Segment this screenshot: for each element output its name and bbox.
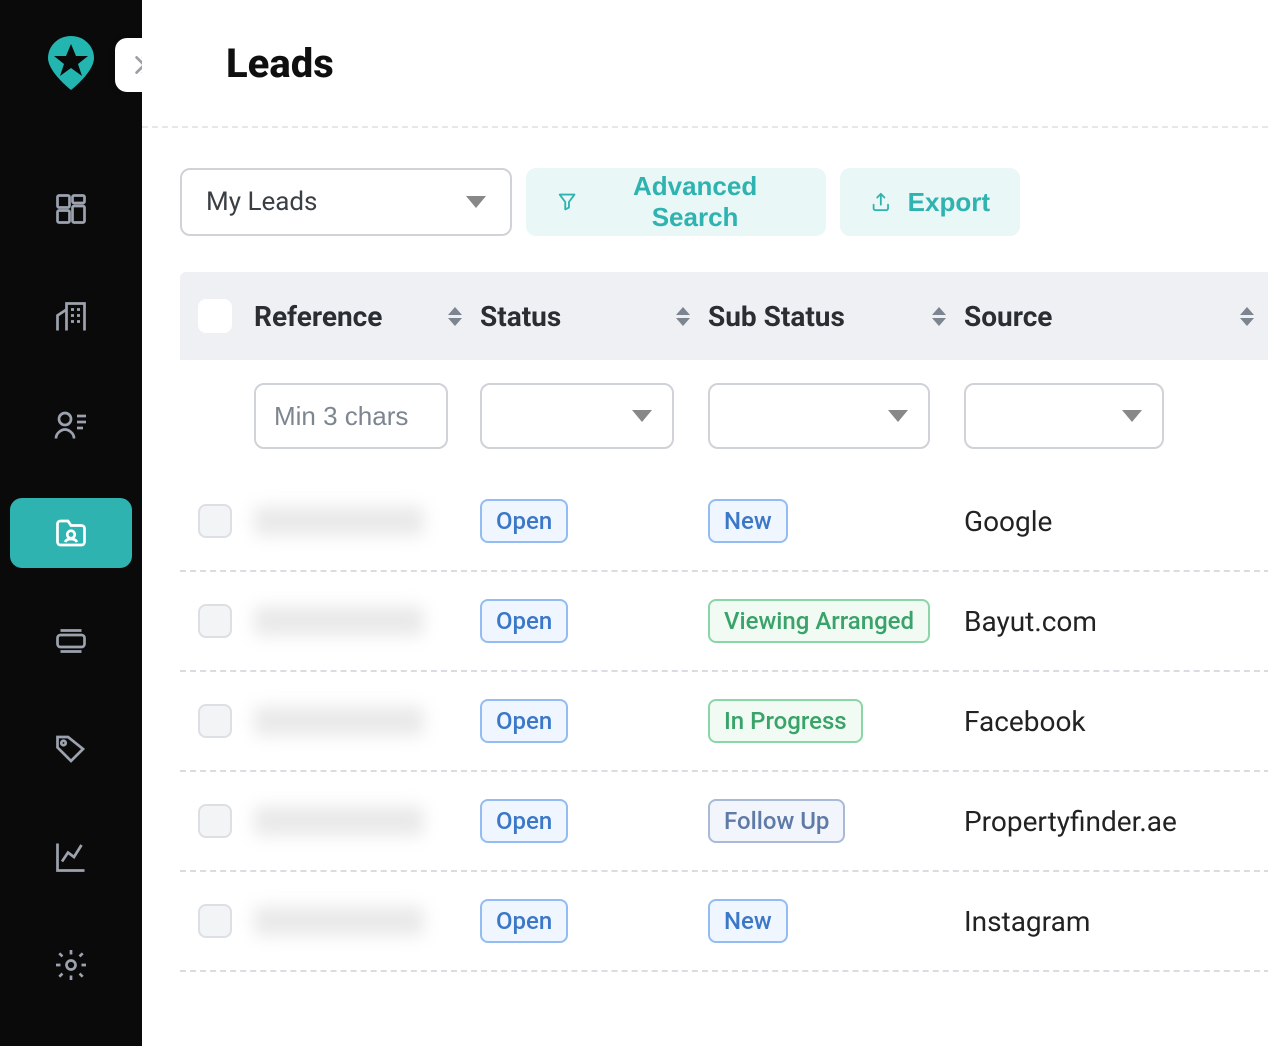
source-cell: Propertyfinder.ae	[964, 805, 1268, 838]
sort-icon	[1240, 307, 1254, 326]
column-header-status-label: Status	[480, 300, 561, 333]
column-header-reference[interactable]: Reference	[254, 300, 480, 333]
filter-icon	[556, 190, 578, 214]
sidebar-item-analytics[interactable]	[10, 822, 132, 892]
status-badge: Open	[480, 499, 568, 543]
sub-status-badge: New	[708, 499, 788, 543]
reference-redacted	[254, 506, 424, 536]
column-header-source-label: Source	[964, 300, 1052, 333]
sub-status-badge: Follow Up	[708, 799, 845, 843]
sub-status-badge: Viewing Arranged	[708, 599, 930, 643]
gear-icon	[53, 947, 89, 983]
sidebar-nav	[0, 174, 142, 1000]
sort-icon	[932, 307, 946, 326]
source-cell: Google	[964, 505, 1268, 538]
column-header-sub-status-label: Sub Status	[708, 300, 845, 333]
sort-icon	[676, 307, 690, 326]
analytics-icon	[53, 839, 89, 875]
advanced-search-label: Advanced Search	[594, 171, 796, 233]
sidebar-item-tags[interactable]	[10, 714, 132, 784]
sidebar-item-contacts[interactable]	[10, 390, 132, 460]
table-row[interactable]: Open New Google	[180, 472, 1268, 572]
reference-redacted	[254, 806, 424, 836]
export-icon	[870, 190, 892, 214]
row-checkbox[interactable]	[198, 904, 232, 938]
filter-reference-input[interactable]	[254, 383, 448, 449]
page-title: Leads	[226, 40, 334, 87]
leads-folder-icon	[53, 515, 89, 551]
view-select[interactable]: My Leads	[180, 168, 512, 236]
view-select-label: My Leads	[206, 187, 317, 217]
table-row[interactable]: Open Follow Up Propertyfinder.ae	[180, 772, 1268, 872]
status-badge: Open	[480, 699, 568, 743]
sidebar-item-dashboard[interactable]	[10, 174, 132, 244]
page-header: Leads	[142, 0, 1268, 128]
status-badge: Open	[480, 599, 568, 643]
main-content: Leads My Leads Advanced Search Export	[142, 0, 1268, 1046]
select-all-checkbox[interactable]	[198, 299, 232, 333]
sub-status-badge: New	[708, 899, 788, 943]
filter-row	[180, 360, 1268, 472]
row-checkbox[interactable]	[198, 704, 232, 738]
export-label: Export	[908, 187, 990, 218]
sub-status-badge: In Progress	[708, 699, 863, 743]
app-logo	[40, 32, 102, 94]
table-row[interactable]: Open New Instagram	[180, 872, 1268, 972]
source-cell: Facebook	[964, 705, 1268, 738]
toolbar: My Leads Advanced Search Export	[142, 128, 1268, 236]
filter-sub-status-select[interactable]	[708, 383, 930, 449]
buildings-icon	[53, 299, 89, 335]
reference-redacted	[254, 606, 424, 636]
reference-redacted	[254, 906, 424, 936]
column-header-reference-label: Reference	[254, 300, 382, 333]
status-badge: Open	[480, 899, 568, 943]
contacts-icon	[53, 407, 89, 443]
table-header: Reference Status Sub Status Source	[180, 272, 1268, 360]
row-checkbox[interactable]	[198, 604, 232, 638]
chevron-down-icon	[1122, 410, 1142, 422]
source-cell: Bayut.com	[964, 605, 1268, 638]
export-button[interactable]: Export	[840, 168, 1020, 236]
dashboard-icon	[53, 191, 89, 227]
sidebar-item-settings[interactable]	[10, 930, 132, 1000]
status-badge: Open	[480, 799, 568, 843]
sort-icon	[448, 307, 462, 326]
sidebar-item-cards[interactable]	[10, 606, 132, 676]
column-header-status[interactable]: Status	[480, 300, 708, 333]
leads-table: Reference Status Sub Status Source	[180, 272, 1268, 972]
advanced-search-button[interactable]: Advanced Search	[526, 168, 826, 236]
column-header-sub-status[interactable]: Sub Status	[708, 300, 964, 333]
table-row[interactable]: Open In Progress Facebook	[180, 672, 1268, 772]
sidebar-item-leads[interactable]	[10, 498, 132, 568]
tag-icon	[53, 731, 89, 767]
sidebar	[0, 0, 142, 1046]
row-checkbox[interactable]	[198, 804, 232, 838]
table-row[interactable]: Open Viewing Arranged Bayut.com	[180, 572, 1268, 672]
sidebar-item-buildings[interactable]	[10, 282, 132, 352]
filter-source-select[interactable]	[964, 383, 1164, 449]
source-cell: Instagram	[964, 905, 1268, 938]
chevron-down-icon	[632, 410, 652, 422]
reference-redacted	[254, 706, 424, 736]
filter-status-select[interactable]	[480, 383, 674, 449]
row-checkbox[interactable]	[198, 504, 232, 538]
column-header-source[interactable]: Source	[964, 300, 1268, 333]
card-icon	[53, 623, 89, 659]
chevron-down-icon	[888, 410, 908, 422]
chevron-down-icon	[466, 196, 486, 208]
